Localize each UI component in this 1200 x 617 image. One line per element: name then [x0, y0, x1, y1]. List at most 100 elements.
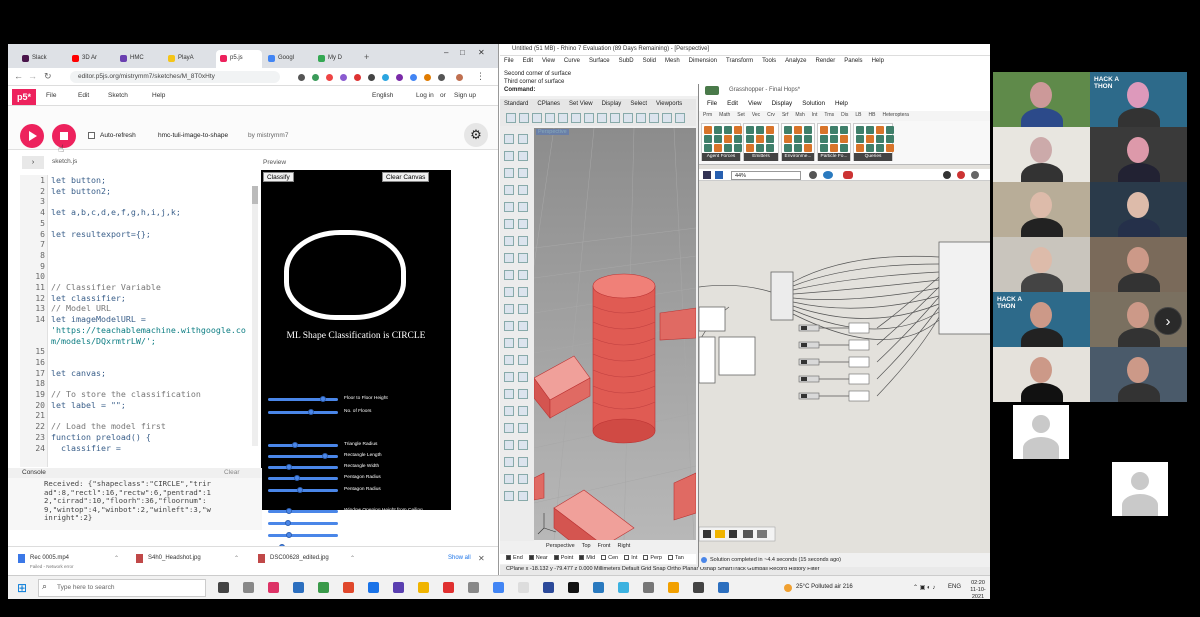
tool-icon[interactable]	[518, 270, 528, 280]
grasshopper-tab[interactable]: Vec	[752, 112, 760, 118]
tool-icon[interactable]	[518, 287, 528, 297]
component-icon[interactable]	[766, 126, 774, 134]
rhino-toolbar-tab[interactable]: Set View	[569, 101, 593, 107]
tool-icon[interactable]	[504, 185, 514, 195]
grasshopper-tab[interactable]: Prm	[703, 112, 712, 118]
tool-icon[interactable]	[504, 372, 514, 382]
tool-icon[interactable]	[504, 304, 514, 314]
participant-video-tile[interactable]: HACK A THON	[993, 292, 1090, 347]
toolbar-icon[interactable]	[623, 113, 633, 123]
taskbar-app-icon[interactable]	[593, 582, 604, 593]
rhino-menu-item[interactable]: Mesh	[665, 58, 680, 64]
extension-icon[interactable]	[340, 74, 347, 81]
participant-video-tile[interactable]	[993, 182, 1090, 237]
rhino-menu-item[interactable]: Transform	[726, 58, 753, 64]
osnap-checkbox[interactable]	[553, 555, 559, 561]
tool-icon[interactable]	[518, 134, 528, 144]
component-icon[interactable]	[856, 144, 864, 152]
sketch-name[interactable]: hmc-tuli-image-to-shape	[158, 132, 228, 139]
taskbar-app-icon[interactable]	[268, 582, 279, 593]
reload-icon[interactable]: ↻	[44, 71, 52, 82]
osnap-checkbox[interactable]	[667, 555, 673, 561]
code-line[interactable]: let label = "";	[51, 400, 126, 410]
component-icon[interactable]	[734, 144, 742, 152]
tool-icon[interactable]	[518, 321, 528, 331]
tool-icon[interactable]	[504, 219, 514, 229]
grasshopper-tab[interactable]: Set	[737, 112, 745, 118]
sketch-icon[interactable]	[971, 171, 979, 179]
browser-tab[interactable]: HMC	[116, 50, 162, 68]
grasshopper-canvas[interactable]	[699, 182, 990, 552]
clear-canvas-button[interactable]: Clear Canvas	[382, 172, 430, 182]
taskbar-app-icon[interactable]	[718, 582, 729, 593]
close-icon[interactable]: ✕	[478, 554, 485, 563]
weather-text[interactable]: 25°C Polluted air 216	[796, 584, 853, 590]
slider-track[interactable]	[268, 466, 338, 469]
tool-icon[interactable]	[518, 236, 528, 246]
slider-track[interactable]	[268, 534, 338, 537]
tool-icon[interactable]	[518, 168, 528, 178]
grasshopper-tab[interactable]: Heteroptera	[882, 112, 908, 118]
grasshopper-menu-item[interactable]: View	[748, 100, 762, 107]
code-line[interactable]: let imageModelURL =	[51, 314, 146, 324]
profile-avatar[interactable]	[456, 74, 463, 81]
taskbar-search[interactable]: Type here to search	[38, 579, 206, 597]
browser-tab[interactable]: Slack	[18, 50, 64, 68]
ribbon-group-label[interactable]: Agent Forces	[702, 153, 740, 161]
browser-tab[interactable]: p5.js	[216, 50, 262, 68]
component-icon[interactable]	[756, 126, 764, 134]
rhino-menu-item[interactable]: Edit	[523, 58, 533, 64]
slider-track[interactable]	[268, 522, 338, 525]
grasshopper-tab[interactable]: HB	[869, 112, 876, 118]
kebab-menu-icon[interactable]: ⋮	[476, 71, 485, 82]
menu-edit[interactable]: Edit	[78, 92, 89, 99]
component-icon[interactable]	[724, 126, 732, 134]
toolbar-icon[interactable]	[519, 113, 529, 123]
component-icon[interactable]	[876, 135, 884, 143]
chevron-right-icon[interactable]: ›	[22, 156, 44, 169]
code-line[interactable]: let a,b,c,d,e,f,g,h,i,j,k;	[51, 207, 181, 217]
taskbar-app-icon[interactable]	[643, 582, 654, 593]
tool-icon[interactable]	[504, 134, 514, 144]
toolbar-icon[interactable]	[610, 113, 620, 123]
extension-icon[interactable]	[396, 74, 403, 81]
system-tray[interactable]: ⌃ ▣ ◐ ♪	[913, 584, 935, 591]
rhino-menu-item[interactable]: Analyze	[785, 58, 806, 64]
tool-icon[interactable]	[504, 355, 514, 365]
taskbar-app-icon[interactable]	[393, 582, 404, 593]
slider-handle[interactable]	[296, 487, 303, 493]
component-icon[interactable]	[830, 144, 838, 152]
browser-tab[interactable]: 3D Ar	[68, 50, 114, 68]
component-icon[interactable]	[746, 144, 754, 152]
component-icon[interactable]	[840, 144, 848, 152]
tool-icon[interactable]	[518, 151, 528, 161]
slider-handle[interactable]	[286, 464, 292, 470]
grasshopper-tab[interactable]: LB	[855, 112, 861, 118]
rhino-menu-item[interactable]: Surface	[589, 58, 610, 64]
component-icon[interactable]	[840, 135, 848, 143]
tool-icon[interactable]	[518, 253, 528, 263]
toolbar-icon[interactable]	[506, 113, 516, 123]
display-icon[interactable]	[943, 171, 951, 179]
ribbon-group-label[interactable]: Queries	[854, 153, 892, 161]
console-clear-button[interactable]: Clear	[224, 469, 240, 476]
toolbar-icon[interactable]	[584, 113, 594, 123]
browser-tab[interactable]: My D	[314, 50, 360, 68]
component-icon[interactable]	[714, 144, 722, 152]
component-icon[interactable]	[886, 126, 894, 134]
tool-icon[interactable]	[504, 338, 514, 348]
rhino-menu-item[interactable]: Render	[816, 58, 836, 64]
tool-icon[interactable]	[518, 355, 528, 365]
component-icon[interactable]	[830, 135, 838, 143]
disable-icon[interactable]	[957, 171, 965, 179]
component-icon[interactable]	[704, 126, 712, 134]
tool-icon[interactable]	[518, 389, 528, 399]
component-icon[interactable]	[876, 126, 884, 134]
tool-icon[interactable]	[518, 423, 528, 433]
zoom-select[interactable]: 44%	[731, 171, 801, 180]
code-line[interactable]: let resultexport={};	[51, 229, 151, 239]
tool-icon[interactable]	[504, 406, 514, 416]
participant-video-tile[interactable]	[993, 347, 1090, 402]
editor-scrollbar[interactable]	[252, 186, 258, 446]
taskbar-app-icon[interactable]	[343, 582, 354, 593]
